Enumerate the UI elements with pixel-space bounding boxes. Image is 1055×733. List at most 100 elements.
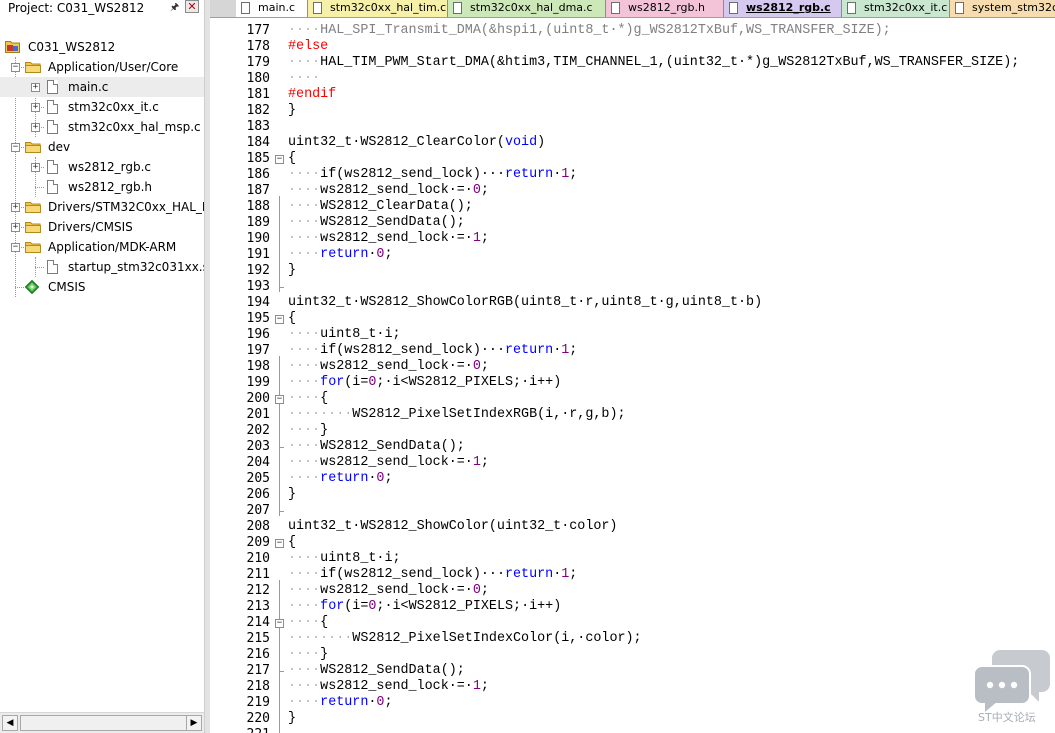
tree-item-main-c[interactable]: + main.c <box>0 77 204 97</box>
code-line[interactable]: 205 ····return·0; <box>210 471 1055 487</box>
number-token: 1 <box>472 679 481 694</box>
code-line[interactable]: 187 ····ws2812_send_lock·=·0; <box>210 183 1055 199</box>
collapse-icon[interactable]: − <box>11 63 20 72</box>
code-line[interactable]: 215 ········WS2812_PixelSetIndexColor(i,·… <box>210 631 1055 647</box>
tab-ws2812-rgb-h[interactable]: ws2812_rgb.h <box>606 0 724 17</box>
code-line[interactable]: 213 ····for(i=0;·i<WS2812_PIXELS;·i++) <box>210 599 1055 615</box>
tab-system-stm32c[interactable]: system_stm32c <box>950 0 1055 17</box>
code-line[interactable]: 209−{ <box>210 535 1055 551</box>
code-line[interactable]: 198 ····ws2812_send_lock·=·0; <box>210 359 1055 375</box>
tree-item-startup-stm32c031xx-s[interactable]: startup_stm32c031xx.s <box>0 257 204 277</box>
code-line[interactable]: 180 ···· <box>210 71 1055 87</box>
code-line[interactable]: 178 #else <box>210 39 1055 55</box>
code-line[interactable]: 219 ····return·0; <box>210 695 1055 711</box>
tree-item-application-mdk-arm[interactable]: − Application/MDK-ARM <box>0 237 204 257</box>
code-line[interactable]: 181 #endif <box>210 87 1055 103</box>
horizontal-scrollbar[interactable]: ◀ ▶ <box>0 712 204 733</box>
code-line[interactable]: 211 ····if(ws2812_send_lock)···return·1; <box>210 567 1055 583</box>
code-line[interactable]: 192} <box>210 263 1055 279</box>
line-number: 189 <box>246 215 270 230</box>
tree-item-cmsis[interactable]: CMSIS <box>0 277 204 297</box>
fold-collapse-icon[interactable]: − <box>275 155 284 164</box>
code-line[interactable]: 216 ····} <box>210 647 1055 663</box>
code-line[interactable]: 204 ····ws2812_send_lock·=·1; <box>210 455 1055 471</box>
code-line[interactable]: 183 <box>210 119 1055 135</box>
code-text: } <box>288 263 296 279</box>
line-number: 180 <box>246 71 270 86</box>
code-text: ····} <box>288 647 328 663</box>
code-line[interactable]: 221 <box>210 727 1055 733</box>
code-token: if(ws2812_send_lock)··· <box>320 167 505 182</box>
line-number: 187 <box>246 183 270 198</box>
code-text: ····if(ws2812_send_lock)···return·1; <box>288 167 577 183</box>
code-line[interactable]: 206} <box>210 487 1055 503</box>
code-line[interactable]: 203 ····WS2812_SendData(); <box>210 439 1055 455</box>
tree-item-ws2812-rgb-h[interactable]: ws2812_rgb.h <box>0 177 204 197</box>
code-line[interactable]: 184 uint32_t·WS2812_ClearColor(void) <box>210 135 1055 151</box>
code-line[interactable]: 217 ····WS2812_SendData(); <box>210 663 1055 679</box>
scroll-right-icon[interactable]: ▶ <box>186 715 202 731</box>
code-line[interactable]: 177 ····HAL_SPI_Transmit_DMA(&hspi1,(uint… <box>210 23 1055 39</box>
tab-main-c[interactable]: main.c <box>236 0 308 17</box>
code-line[interactable]: 201 ········WS2812_PixelSetIndexRGB(i,·r,… <box>210 407 1055 423</box>
code-token: } <box>288 487 297 502</box>
collapse-icon[interactable]: − <box>11 243 20 252</box>
code-line[interactable]: 182} <box>210 103 1055 119</box>
code-line[interactable]: 193 <box>210 279 1055 295</box>
code-line[interactable]: 218 ····ws2812_send_lock·=·1; <box>210 679 1055 695</box>
line-number: 210 <box>246 551 270 566</box>
tree-item-ws2812-rgb-c[interactable]: + ws2812_rgb.c <box>0 157 204 177</box>
code-line[interactable]: 188 ····WS2812_ClearData(); <box>210 199 1055 215</box>
code-line[interactable]: 185−{ <box>210 151 1055 167</box>
expand-icon[interactable]: + <box>31 163 40 172</box>
code-line[interactable]: 189 ····WS2812_SendData(); <box>210 215 1055 231</box>
code-line[interactable]: 202 ····} <box>210 423 1055 439</box>
fold-collapse-icon[interactable]: − <box>275 395 284 404</box>
tree-item-dev[interactable]: − dev <box>0 137 204 157</box>
tree-item-stm32c0xx-hal-msp-c[interactable]: + stm32c0xx_hal_msp.c <box>0 117 204 137</box>
expand-icon[interactable]: + <box>11 203 20 212</box>
code-text: uint32_t·WS2812_ShowColor(uint32_t·color… <box>288 519 617 535</box>
code-line[interactable]: 208 uint32_t·WS2812_ShowColor(uint32_t·co… <box>210 519 1055 535</box>
tree-item-drivers-cmsis[interactable]: + Drivers/CMSIS <box>0 217 204 237</box>
expand-icon[interactable]: + <box>31 123 40 132</box>
tree-item-application-user-core[interactable]: − Application/User/Core <box>0 57 204 77</box>
code-line[interactable]: 197 ····if(ws2812_send_lock)···return·1; <box>210 343 1055 359</box>
expand-icon[interactable]: + <box>31 83 40 92</box>
fold-collapse-icon[interactable]: − <box>275 315 284 324</box>
code-line[interactable]: 210 ····uint8_t·i; <box>210 551 1055 567</box>
code-line[interactable]: 191 ····return·0; <box>210 247 1055 263</box>
code-line[interactable]: 186 ····if(ws2812_send_lock)···return·1; <box>210 167 1055 183</box>
tab-stm32c0xx-hal-dma-c[interactable]: stm32c0xx_hal_dma.c <box>448 0 606 17</box>
expand-icon[interactable]: + <box>11 223 20 232</box>
code-token: ; <box>384 695 393 710</box>
code-line[interactable]: 214− ····{ <box>210 615 1055 631</box>
code-line[interactable]: 212 ····ws2812_send_lock·=·0; <box>210 583 1055 599</box>
tree-item-stm32c0xx-it-c[interactable]: + stm32c0xx_it.c <box>0 97 204 117</box>
tab-stm32c0xx-it-c[interactable]: stm32c0xx_it.c <box>842 0 950 17</box>
code-line[interactable]: 196 ····uint8_t·i; <box>210 327 1055 343</box>
code-line[interactable]: 179 ····HAL_TIM_PWM_Start_DMA(&htim3,TIM_… <box>210 55 1055 71</box>
scroll-left-icon[interactable]: ◀ <box>2 715 18 731</box>
fold-collapse-icon[interactable]: − <box>275 539 284 548</box>
code-line[interactable]: 195−{ <box>210 311 1055 327</box>
code-line[interactable]: 194 uint32_t·WS2812_ShowColorRGB(uint8_t·… <box>210 295 1055 311</box>
collapse-icon[interactable]: − <box>11 143 20 152</box>
code-editor[interactable]: 177 ····HAL_SPI_Transmit_DMA(&hspi1,(uint… <box>210 18 1055 733</box>
code-line[interactable]: 200− ····{ <box>210 391 1055 407</box>
code-line[interactable]: 199 ····for(i=0;·i<WS2812_PIXELS;·i++) <box>210 375 1055 391</box>
tree-item-c031-ws2812[interactable]: C031_WS2812 <box>0 37 204 57</box>
close-icon[interactable]: ✕ <box>185 0 199 13</box>
code-line[interactable]: 190 ····ws2812_send_lock·=·1; <box>210 231 1055 247</box>
expand-icon[interactable]: + <box>31 103 40 112</box>
code-line[interactable]: 220} <box>210 711 1055 727</box>
code-text: ····WS2812_SendData(); <box>288 663 465 679</box>
code-line[interactable]: 207 <box>210 503 1055 519</box>
scrollbar-thumb[interactable] <box>20 715 188 731</box>
tab-stm32c0xx-hal-tim-c[interactable]: stm32c0xx_hal_tim.c <box>308 0 448 17</box>
tab-ws2812-rgb-c[interactable]: ws2812_rgb.c <box>724 0 842 17</box>
pin-icon[interactable]: 🖈 <box>170 0 179 17</box>
tree-item-drivers-stm32c0xx-hal-driv[interactable]: + Drivers/STM32C0xx_HAL_Driv <box>0 197 204 217</box>
code-text: ····ws2812_send_lock·=·1; <box>288 679 489 695</box>
fold-collapse-icon[interactable]: − <box>275 619 284 628</box>
